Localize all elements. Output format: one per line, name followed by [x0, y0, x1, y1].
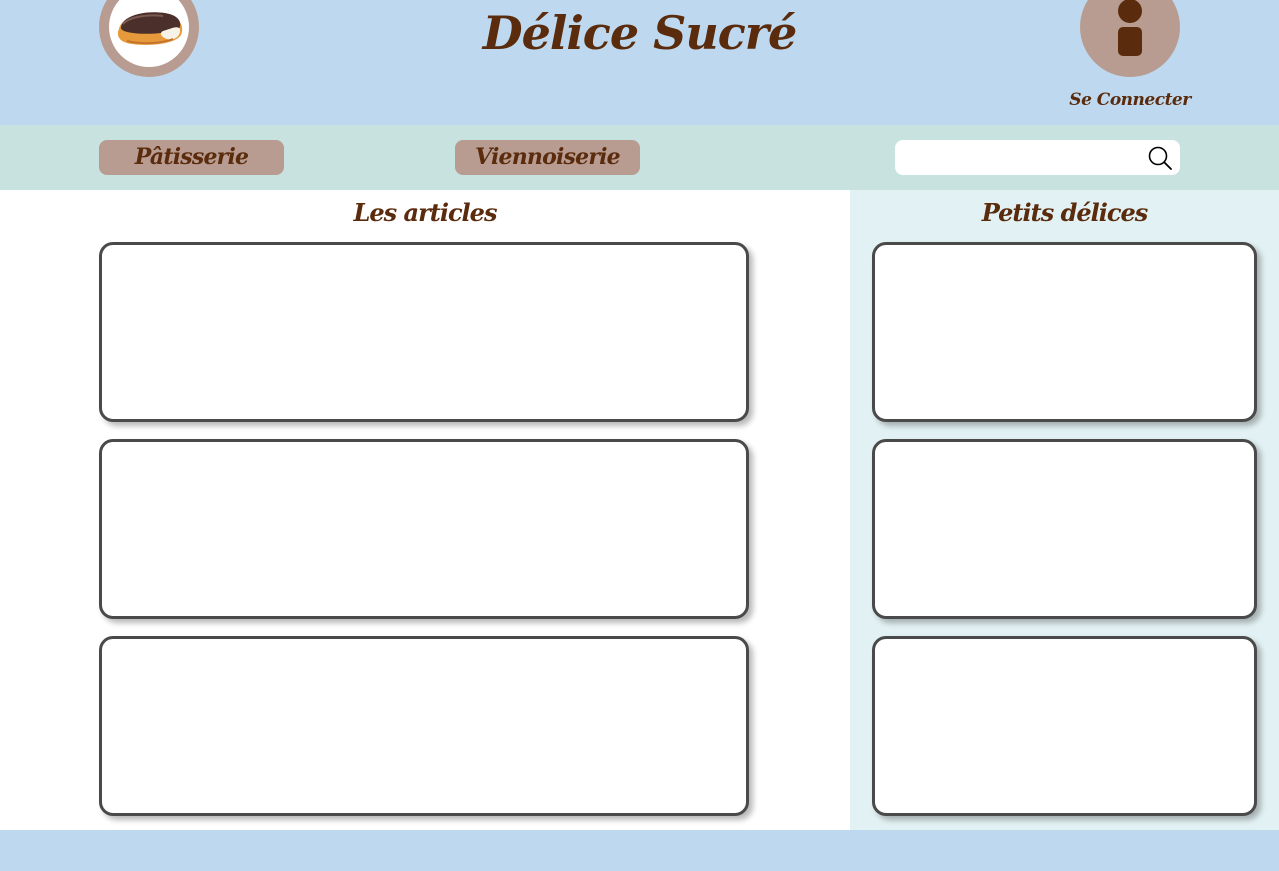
articles-title: Les articles [353, 198, 498, 227]
article-card[interactable] [99, 636, 749, 816]
search-icon[interactable] [1147, 145, 1173, 171]
article-card[interactable] [99, 439, 749, 619]
nav-bar: Pâtisserie Viennoiserie [0, 125, 1279, 190]
article-card[interactable] [99, 242, 749, 422]
site-header: Délice Sucré Se Connecter [0, 0, 1279, 125]
user-icon-body [1118, 27, 1142, 56]
delice-card[interactable] [872, 439, 1257, 619]
search-box [895, 140, 1180, 175]
delice-card[interactable] [872, 636, 1257, 816]
articles-section: Les articles [0, 190, 850, 830]
search-input[interactable] [905, 144, 1135, 171]
petits-delices-title: Petits délices [981, 198, 1149, 227]
login-link[interactable]: Se Connecter [1060, 90, 1200, 110]
nav-viennoiserie-button[interactable]: Viennoiserie [455, 140, 640, 175]
nav-patisserie-button[interactable]: Pâtisserie [99, 140, 284, 175]
site-footer [0, 830, 1279, 871]
user-icon [1118, 0, 1142, 23]
delice-card[interactable] [872, 242, 1257, 422]
petits-delices-section: Petits délices [850, 190, 1279, 830]
account-button[interactable] [1080, 0, 1180, 77]
